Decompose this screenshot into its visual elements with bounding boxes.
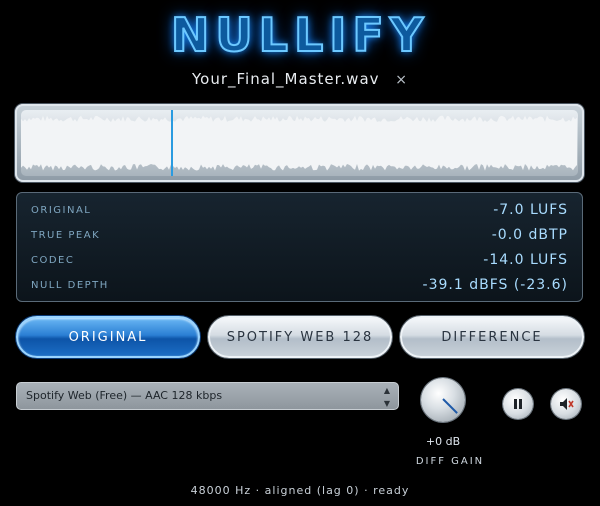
meter-label: True Peak	[31, 229, 101, 241]
meter-label: Null Depth	[31, 279, 109, 291]
meter-label: Original	[31, 204, 92, 216]
close-file-icon[interactable]: ×	[395, 72, 408, 88]
select-arrows-icon: ▲ ▼	[383, 386, 390, 408]
file-name: Your_Final_Master.wav	[191, 70, 380, 88]
meter-value: -0.0 dBTP	[491, 227, 568, 243]
original-button[interactable]: ORIGINAL	[16, 316, 200, 358]
pause-button[interactable]	[503, 389, 533, 419]
meter-value: -7.0 LUFS	[493, 202, 568, 218]
difference-button[interactable]: DIFFERENCE	[400, 316, 584, 358]
meter-row-codec: Codec -14.0 LUFS	[31, 248, 568, 272]
diff-gain-knob[interactable]	[421, 378, 465, 422]
playhead[interactable]	[171, 110, 173, 176]
knob-indicator	[442, 398, 458, 414]
pause-icon	[514, 399, 522, 409]
spotify-web-128-button[interactable]: SPOTIFY WEB 128	[208, 316, 392, 358]
meter-value: -39.1 dBFS (-23.6)	[422, 277, 568, 293]
waveform-shape	[21, 115, 577, 171]
waveform-graphic	[21, 115, 577, 171]
meter-panel: Original -7.0 LUFS True Peak -0.0 dBTP C…	[16, 192, 583, 302]
meter-row-original: Original -7.0 LUFS	[31, 198, 568, 222]
gain-value: +0 dB	[425, 435, 461, 448]
meter-row-null-depth: Null Depth -39.1 dBFS (-23.6)	[31, 273, 568, 297]
meter-label: Codec	[31, 254, 75, 266]
meter-value: -14.0 LUFS	[483, 252, 568, 268]
mute-button[interactable]	[551, 389, 581, 419]
status-bar: 48000 Hz · aligned (lag 0) · ready	[190, 484, 410, 497]
codec-select[interactable]: Spotify Web (Free) — AAC 128 kbps ▲ ▼	[16, 382, 399, 410]
mute-icon	[560, 398, 574, 410]
file-name-row: Your_Final_Master.wav ×	[0, 70, 600, 92]
app-logo: NULLIFY	[170, 7, 430, 63]
codec-select-value: Spotify Web (Free) — AAC 128 kbps	[26, 389, 223, 402]
waveform-canvas[interactable]	[21, 110, 578, 176]
waveform-display[interactable]	[15, 104, 584, 182]
meter-row-true-peak: True Peak -0.0 dBTP	[31, 223, 568, 247]
gain-label: Diff Gain	[415, 456, 485, 467]
